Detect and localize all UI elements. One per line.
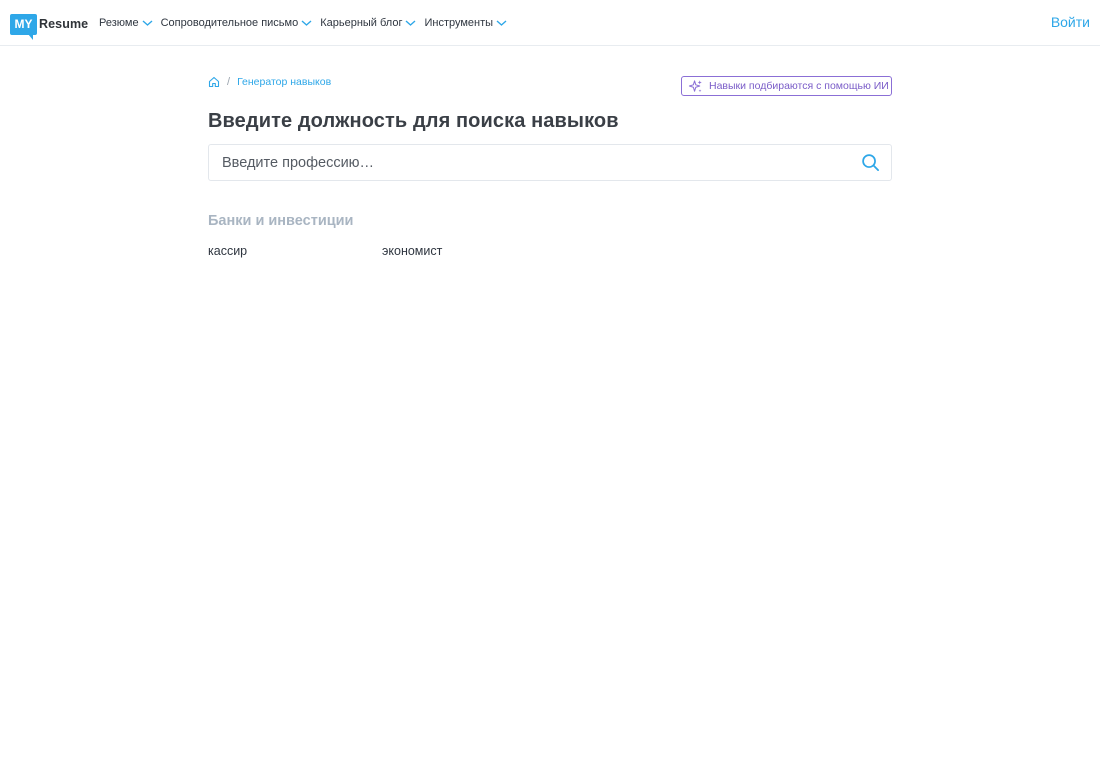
- home-icon[interactable]: [208, 76, 220, 88]
- profession-search-input[interactable]: [209, 145, 849, 180]
- ai-skills-badge: Навыки подбираются с помощью ИИ: [681, 76, 892, 96]
- nav-item-resume[interactable]: Резюме: [99, 17, 153, 29]
- profession-search: [208, 144, 892, 181]
- profession-link[interactable]: экономист: [382, 244, 442, 258]
- nav-item-label: Резюме: [99, 17, 139, 29]
- profession-link[interactable]: кассир: [208, 244, 247, 258]
- nav-item-label: Карьерный блог: [320, 17, 403, 29]
- chevron-down-icon: [301, 20, 312, 26]
- logo-wordmark: Resume: [39, 17, 89, 31]
- login-link[interactable]: Войти: [1051, 14, 1090, 30]
- search-icon[interactable]: [861, 153, 880, 172]
- sparkles-icon: [688, 79, 702, 92]
- breadcrumb-current[interactable]: Генератор навыков: [237, 76, 331, 88]
- chevron-down-icon: [142, 20, 153, 26]
- nav-item-label: Сопроводительное письмо: [160, 17, 299, 29]
- breadcrumb: / Генератор навыков: [208, 76, 331, 88]
- breadcrumb-separator: /: [227, 76, 231, 88]
- site-logo[interactable]: MY Resume: [10, 11, 89, 40]
- logo-badge: MY: [10, 13, 37, 40]
- chevron-down-icon: [406, 20, 416, 26]
- nav-item-label: Инструменты: [424, 17, 494, 29]
- page-title: Введите должность для поиска навыков: [208, 110, 619, 132]
- category-title: Банки и инвестиции: [208, 213, 354, 229]
- nav-item-tools[interactable]: Инструменты: [424, 17, 507, 29]
- main-nav: Резюме Сопроводительное письмо Карьерный…: [99, 0, 515, 46]
- chevron-down-icon: [496, 20, 507, 26]
- top-header: MY Resume Резюме Сопроводительное письмо…: [0, 0, 1100, 46]
- nav-item-career-blog[interactable]: Карьерный блог: [320, 17, 416, 29]
- ai-badge-label: Навыки подбираются с помощью ИИ: [709, 80, 889, 92]
- nav-item-cover-letter[interactable]: Сопроводительное письмо: [161, 17, 313, 29]
